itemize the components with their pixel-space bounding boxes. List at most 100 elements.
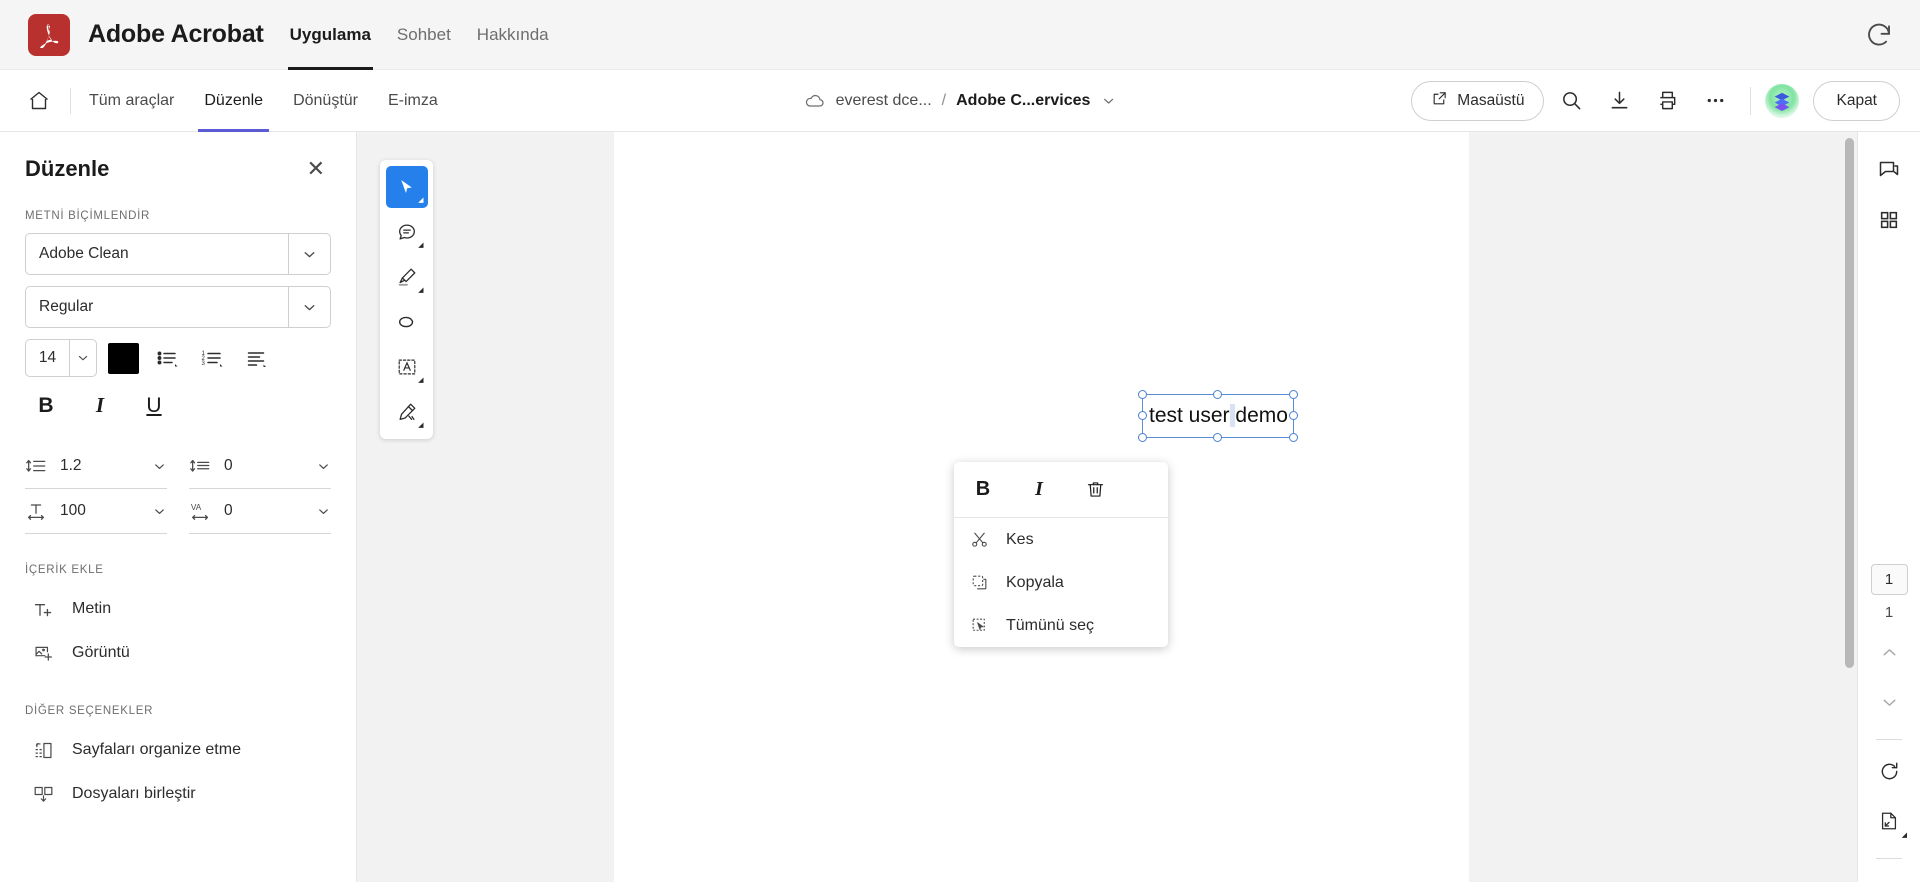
avatar[interactable]: [1765, 83, 1800, 118]
download-icon[interactable]: [1598, 80, 1640, 122]
copy-icon: [970, 573, 992, 592]
resize-handle-ne[interactable]: [1289, 390, 1298, 399]
font-style-select[interactable]: Regular: [25, 286, 331, 328]
font-size-row: 14 1 2 3: [25, 339, 331, 377]
resize-handle-sw[interactable]: [1138, 433, 1147, 442]
panel-title: Düzenle: [25, 156, 110, 181]
resize-handle-se[interactable]: [1289, 433, 1298, 442]
bold-button[interactable]: B: [31, 394, 61, 418]
fit-page-icon[interactable]: ◢: [1867, 799, 1911, 843]
chevron-down-icon: [288, 287, 330, 327]
svg-text:VA: VA: [191, 503, 202, 512]
organize-pages-item[interactable]: Sayfaları organize etme: [25, 728, 331, 772]
italic-icon[interactable]: I: [1024, 475, 1054, 505]
add-text-item[interactable]: Metin: [25, 587, 331, 631]
resize-handle-w[interactable]: [1138, 411, 1147, 420]
brand-tab-uygulama[interactable]: Uygulama: [287, 0, 374, 70]
organize-pages-label: Sayfaları organize etme: [72, 741, 241, 758]
line-spacing-value: 1.2: [60, 457, 82, 474]
context-menu-copy[interactable]: Kopyala: [954, 561, 1168, 604]
numbered-list-icon[interactable]: 1 2 3: [195, 341, 229, 375]
signature-pen-icon[interactable]: ◢: [386, 391, 428, 433]
font-family-value: Adobe Clean: [39, 245, 129, 262]
organize-pages-icon: [33, 740, 57, 761]
scrollbar-thumb[interactable]: [1845, 138, 1854, 668]
page-total-label: 1: [1884, 604, 1894, 621]
horizontal-scale-control[interactable]: 100: [25, 489, 167, 534]
resize-handle-n[interactable]: [1213, 390, 1222, 399]
text-color-swatch[interactable]: [108, 342, 139, 374]
breadcrumb-owner[interactable]: everest dce...: [836, 92, 932, 110]
refresh-icon[interactable]: [1864, 20, 1894, 50]
font-family-select[interactable]: Adobe Clean: [25, 233, 331, 275]
line-spacing-control[interactable]: 1.2: [25, 444, 167, 489]
close-document-button[interactable]: Kapat: [1813, 80, 1900, 121]
add-image-item[interactable]: Görüntü: [25, 631, 331, 675]
brand-name: Adobe Acrobat: [88, 20, 264, 48]
select-all-icon: [970, 616, 992, 635]
add-text-label: Metin: [72, 600, 112, 617]
brand-bar: Adobe Acrobat Uygulama Sohbet Hakkında: [0, 0, 1920, 70]
chevron-down-icon[interactable]: [1100, 93, 1116, 109]
text-align-icon[interactable]: [240, 341, 274, 375]
add-image-label: Görüntü: [72, 644, 130, 661]
context-menu-select-all[interactable]: Tümünü seç: [954, 604, 1168, 647]
bullet-list-icon[interactable]: [150, 341, 184, 375]
underline-button[interactable]: U: [139, 394, 169, 418]
brand-tab-sohbet[interactable]: Sohbet: [397, 0, 451, 70]
home-icon[interactable]: [22, 84, 56, 118]
select-cursor-icon[interactable]: ◢: [385, 166, 428, 208]
document-canvas[interactable]: ◢ ◢ ◢ ◢ ◢ test user demo B I Kes Kopyala…: [357, 132, 1857, 882]
nav-tab-tum-araclar[interactable]: Tüm araçlar: [89, 70, 174, 132]
breadcrumb-document[interactable]: Adobe C...ervices: [956, 92, 1090, 110]
chevron-down-icon[interactable]: [1867, 680, 1911, 724]
open-desktop-button[interactable]: Masaüstü: [1411, 80, 1545, 121]
nav-tab-e-imza[interactable]: E-imza: [388, 70, 438, 132]
chevron-down-icon: [316, 504, 331, 519]
paragraph-spacing-icon: [189, 455, 215, 477]
add-content-section-label: İÇERİK EKLE: [25, 564, 104, 576]
comment-panel-icon[interactable]: [1867, 148, 1911, 192]
resize-handle-s[interactable]: [1213, 433, 1222, 442]
page-number-input[interactable]: 1: [1870, 564, 1908, 595]
tool-expand-triangle: ◢: [1901, 832, 1907, 839]
selected-text-object[interactable]: test user demo: [1138, 390, 1298, 442]
grid-thumbnails-icon[interactable]: [1867, 198, 1911, 242]
breadcrumb-separator: /: [941, 91, 947, 109]
context-menu-cut-label: Kes: [1006, 530, 1034, 548]
external-link-icon: [1431, 90, 1448, 112]
lasso-icon[interactable]: [386, 301, 428, 343]
rotate-icon[interactable]: [1867, 749, 1911, 793]
nav-divider: [70, 87, 71, 114]
paragraph-spacing-control[interactable]: 0: [189, 444, 331, 489]
chevron-up-icon[interactable]: [1867, 630, 1911, 674]
trash-icon[interactable]: [1080, 475, 1110, 505]
font-size-value: 14: [38, 349, 57, 366]
text-box-icon[interactable]: ◢: [386, 346, 428, 388]
scissors-icon: [970, 530, 992, 549]
print-icon[interactable]: [1646, 80, 1688, 122]
close-icon[interactable]: ✕: [301, 154, 331, 184]
page-navigation: 1 1 ◢: [1858, 564, 1920, 868]
canvas-scrollbar[interactable]: [1844, 138, 1855, 876]
horizontal-scale-value: 100: [60, 502, 86, 519]
combine-files-item[interactable]: Dosyaları birleştir: [25, 772, 331, 816]
nav-tab-duzenle[interactable]: Düzenle: [198, 70, 269, 132]
panel-header: Düzenle ✕: [25, 132, 331, 184]
highlighter-icon[interactable]: ◢: [386, 256, 428, 298]
resize-handle-e[interactable]: [1289, 411, 1298, 420]
more-horizontal-icon[interactable]: [1694, 80, 1736, 122]
font-size-select[interactable]: 14: [25, 339, 97, 377]
chevron-down-icon: [288, 234, 330, 274]
comment-icon[interactable]: ◢: [386, 211, 428, 253]
bold-icon[interactable]: B: [968, 475, 998, 505]
context-menu-select-all-label: Tümünü seç: [1006, 616, 1095, 634]
letter-spacing-control[interactable]: VA 0: [189, 489, 331, 534]
search-icon[interactable]: [1550, 80, 1592, 122]
context-menu-cut[interactable]: Kes: [954, 518, 1168, 561]
brand-tab-hakkinda[interactable]: Hakkında: [477, 0, 549, 70]
italic-button[interactable]: I: [85, 393, 115, 418]
resize-handle-nw[interactable]: [1138, 390, 1147, 399]
edit-panel: Düzenle ✕ METNİ BİÇİMLENDİR Adobe Clean …: [0, 132, 357, 882]
nav-tab-donustur[interactable]: Dönüştür: [293, 70, 358, 132]
